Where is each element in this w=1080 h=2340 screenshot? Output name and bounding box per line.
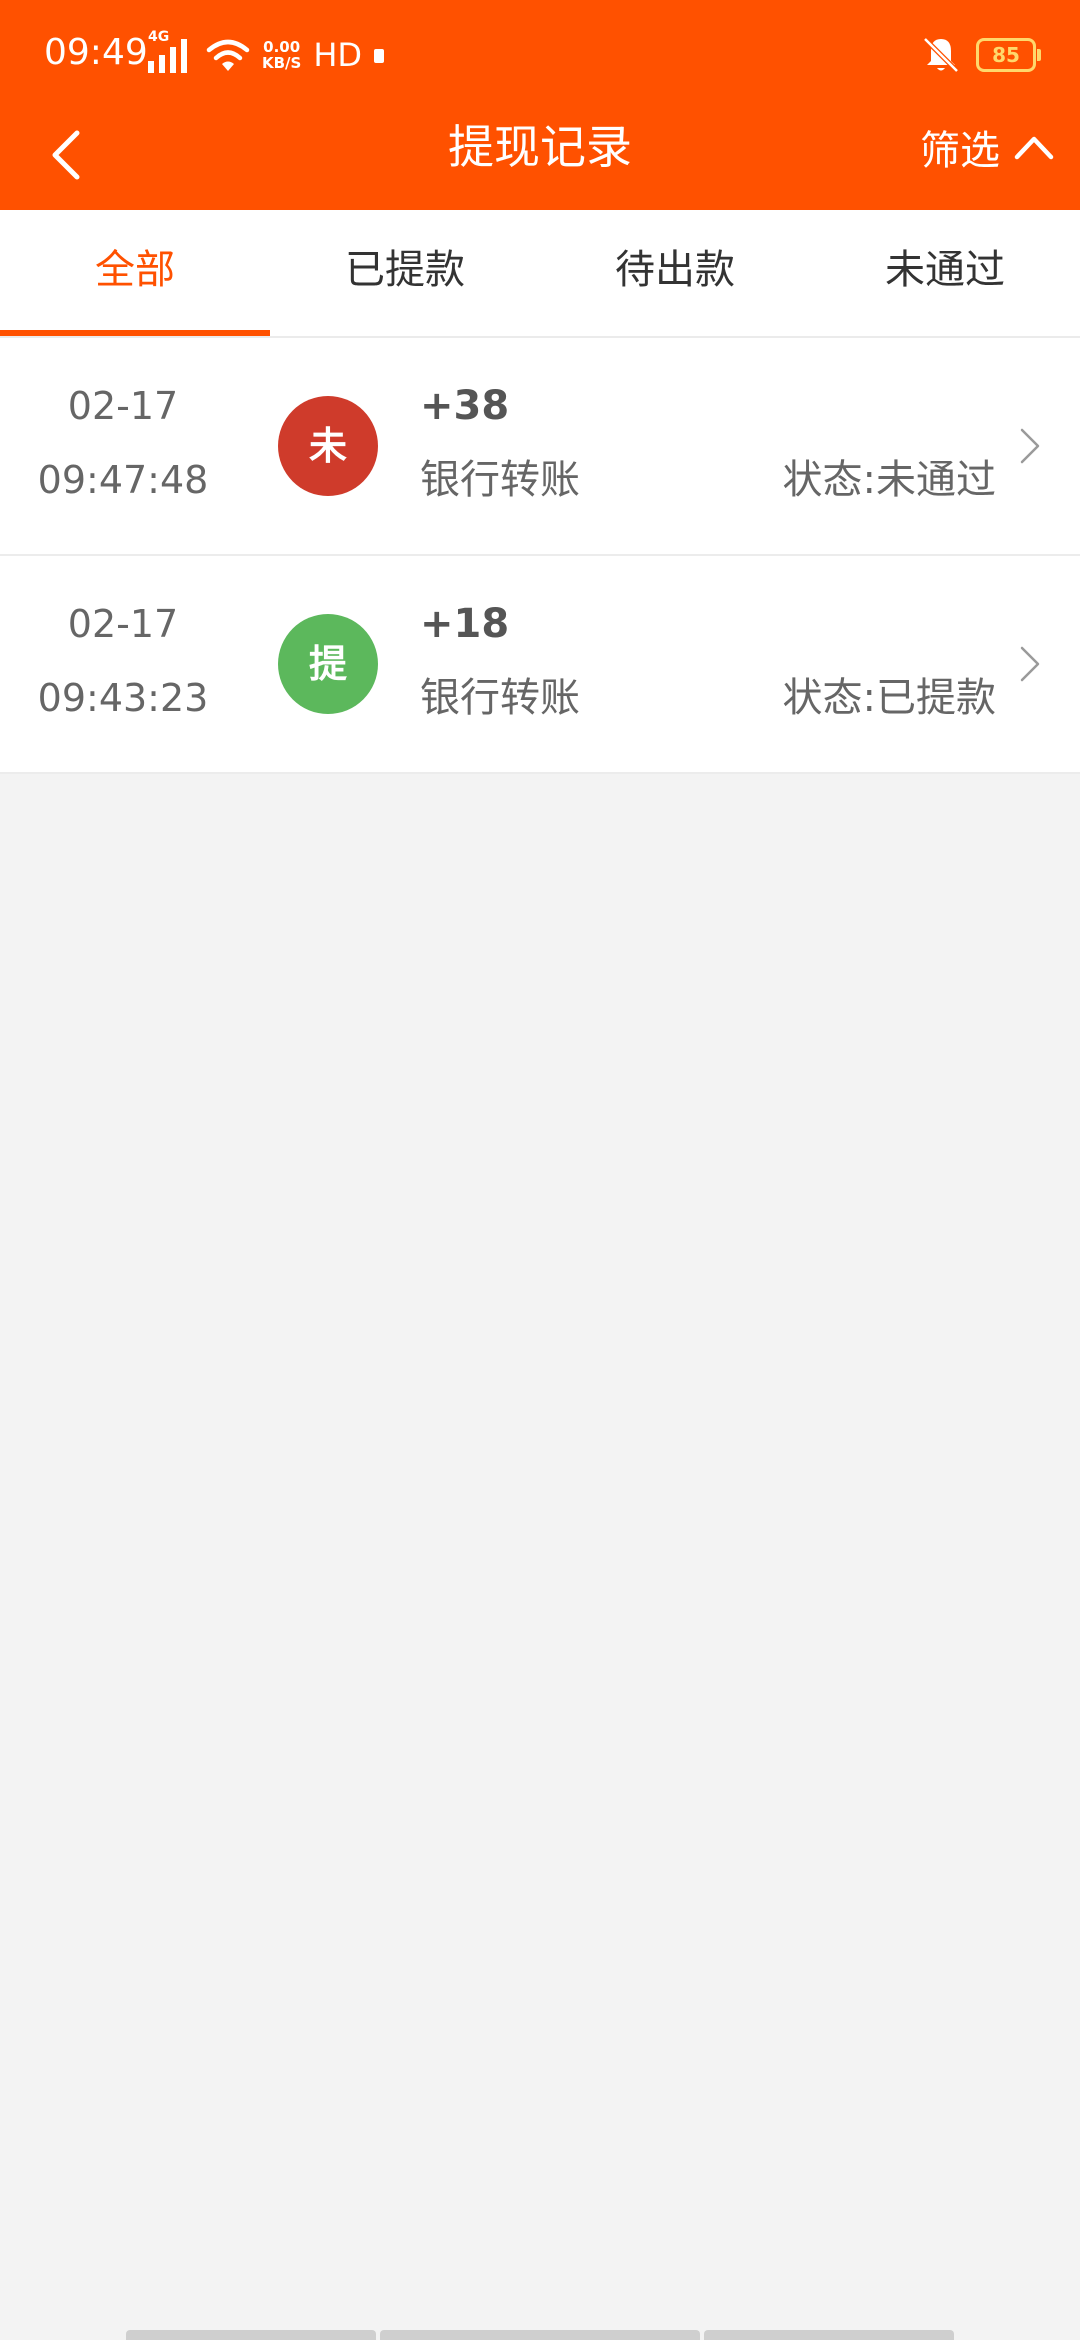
record-amount: +18 — [420, 601, 510, 647]
gesture-segment — [380, 2330, 700, 2340]
tab-pending[interactable]: 待出款 — [540, 210, 810, 336]
chevron-up-icon — [1014, 134, 1054, 160]
chevron-left-icon — [47, 127, 83, 183]
tab-rejected[interactable]: 未通过 — [810, 210, 1080, 336]
record-amount: +38 — [420, 383, 510, 429]
status-bar: 09:49 4G 0.00 KB/S HD 85 — [0, 0, 1080, 100]
tab-withdrawn[interactable]: 已提款 — [270, 210, 540, 336]
record-status: 状态:未通过 — [782, 457, 996, 503]
filter-button[interactable]: 筛选 — [920, 112, 1054, 182]
hd-label: HD — [313, 36, 363, 74]
chevron-right-icon — [1018, 426, 1042, 466]
net-speed-unit: KB/S — [262, 54, 302, 72]
record-time: 09:43:23 — [37, 676, 209, 720]
record-time: 09:47:48 — [37, 458, 209, 502]
app-screen: 09:49 4G 0.00 KB/S HD 85 提现记录 筛选 全部 已提款 … — [0, 0, 1080, 2340]
app-bar: 提现记录 筛选 — [0, 100, 1080, 210]
net-speed-value: 0.00 — [263, 38, 301, 56]
status-time: 09:49 — [44, 32, 148, 73]
signal-icon: 4G — [148, 29, 194, 75]
list-item[interactable]: 02-17 09:47:48 未 +38 银行转账 状态:未通过 — [0, 338, 1080, 556]
header: 09:49 4G 0.00 KB/S HD 85 提现记录 筛选 — [0, 0, 1080, 210]
list-item[interactable]: 02-17 09:43:23 提 +18 银行转账 状态:已提款 — [0, 556, 1080, 774]
record-date: 02-17 — [67, 384, 179, 428]
gesture-segment — [126, 2330, 376, 2340]
back-button[interactable] — [30, 120, 100, 190]
tab-bar: 全部 已提款 待出款 未通过 — [0, 210, 1080, 338]
record-method: 银行转账 — [420, 457, 580, 503]
status-icons-right: 85 — [920, 30, 1041, 80]
record-method: 银行转账 — [420, 675, 580, 721]
record-date: 02-17 — [67, 602, 179, 646]
tab-all[interactable]: 全部 — [0, 210, 270, 336]
mute-icon — [920, 35, 962, 75]
gesture-segment — [704, 2330, 954, 2340]
status-badge: 未 — [278, 396, 378, 496]
gesture-bar[interactable] — [126, 2330, 954, 2340]
chevron-right-icon — [1018, 644, 1042, 684]
wifi-icon — [206, 37, 250, 73]
filter-label: 筛选 — [920, 128, 1000, 174]
hd-sim-icon — [374, 48, 385, 63]
status-badge: 提 — [278, 614, 378, 714]
page-title: 提现记录 — [448, 120, 632, 174]
records-list: 02-17 09:47:48 未 +38 银行转账 状态:未通过 02-17 0… — [0, 338, 1080, 774]
battery-icon: 85 — [976, 38, 1041, 72]
status-icons-left: 4G 0.00 KB/S HD — [148, 29, 385, 80]
record-status: 状态:已提款 — [782, 675, 996, 721]
net-speed: 0.00 KB/S — [262, 39, 301, 71]
